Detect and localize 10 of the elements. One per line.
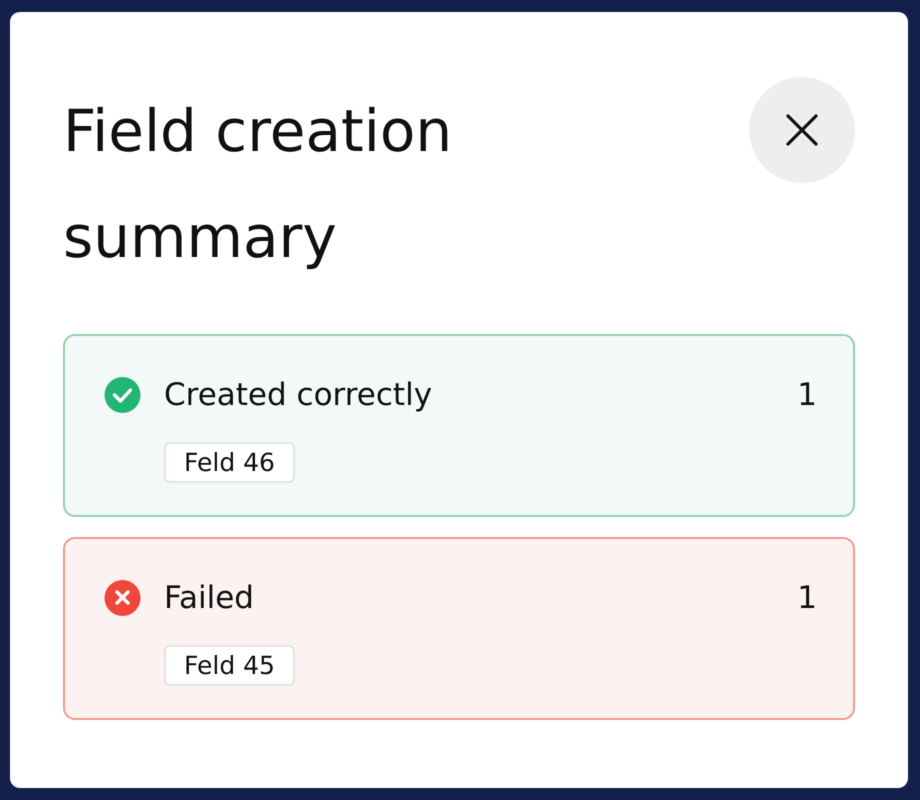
- check-circle-icon: [104, 376, 142, 414]
- result-label: Failed: [164, 580, 255, 616]
- result-count: 1: [797, 580, 817, 616]
- close-icon: [785, 113, 819, 147]
- result-label: Created correctly: [164, 377, 434, 413]
- field-tag: Feld 45: [164, 645, 295, 686]
- dialog-title: Field creation summary: [63, 96, 454, 273]
- result-count: 1: [797, 377, 817, 413]
- cross-circle-icon: [104, 579, 142, 617]
- field-tag: Feld 46: [164, 442, 295, 483]
